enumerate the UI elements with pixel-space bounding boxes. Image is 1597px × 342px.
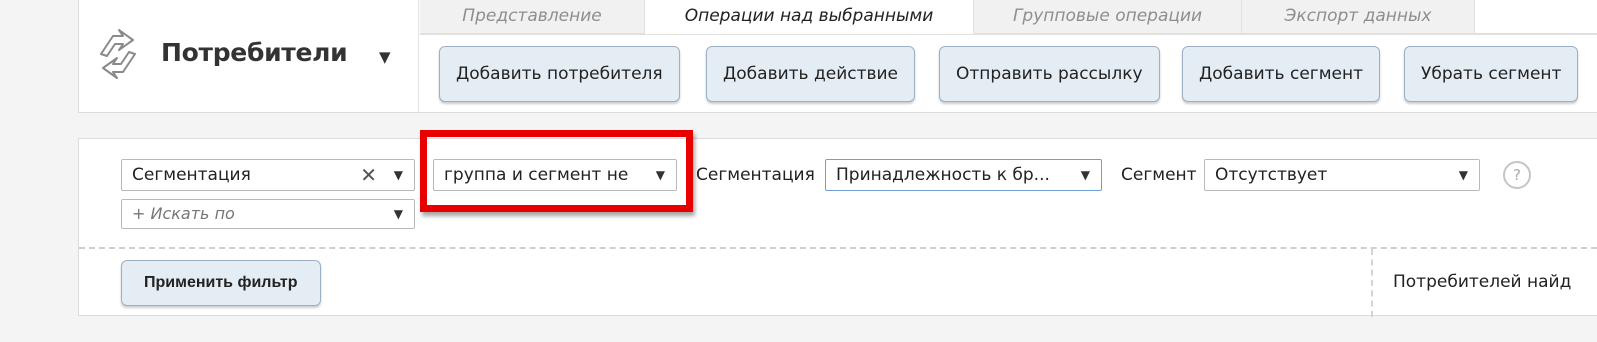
chevron-down-icon: ▼ [1080,168,1090,182]
search-by-select[interactable]: + Искать по ▼ [121,199,415,229]
search-by-placeholder: + Искать по [132,204,235,223]
tab-group-operations[interactable]: Групповые операции [974,0,1242,34]
tab-selected-operations[interactable]: Операции над выбранными [645,0,974,34]
segmentation-label: Сегментация [696,165,815,185]
filter-field-select[interactable]: Сегментация ✕ ▼ [121,159,415,191]
segment-value: Отсутствует [1215,165,1328,185]
tab-bar: Представление Операции над выбранными Гр… [420,0,1597,34]
vertical-divider [1371,249,1373,317]
chevron-down-icon: ▼ [1458,168,1468,182]
remove-segment-button[interactable]: Убрать сегмент [1404,46,1579,102]
tab-view[interactable]: Представление [420,0,645,34]
refresh-arrows-logo-icon [100,29,136,79]
page-title: Потребители [161,38,348,67]
segment-select[interactable]: Отсутствует ▼ [1204,159,1480,191]
send-mailing-button[interactable]: Отправить рассылку [939,46,1160,102]
action-toolbar: Добавить потребителя Добавить действие О… [420,34,1597,112]
tab-bar-filler [1475,0,1597,34]
title-dropdown-icon[interactable]: ▼ [379,48,391,66]
help-icon[interactable]: ? [1503,161,1531,189]
clear-icon[interactable]: ✕ [360,160,377,190]
header-panel: Потребители ▼ Представление Операции над… [78,0,1597,113]
chevron-down-icon: ▼ [393,168,403,182]
filter-panel: Сегментация ✕ ▼ + Искать по ▼ группа и с… [78,138,1597,317]
add-action-button[interactable]: Добавить действие [706,46,916,102]
condition-select[interactable]: группа и сегмент не ▼ [433,159,677,191]
chevron-down-icon: ▼ [655,168,665,182]
segment-label: Сегмент [1121,165,1197,185]
filter-field-value: Сегментация [132,165,251,185]
add-consumer-button[interactable]: Добавить потребителя [439,46,680,102]
chevron-down-icon: ▼ [393,207,403,221]
apply-filter-button[interactable]: Применить фильтр [121,260,321,306]
tab-export-data[interactable]: Экспорт данных [1242,0,1475,34]
divider [79,247,1597,249]
segmentation-select[interactable]: Принадлежность к бр... ▼ [825,159,1102,191]
brand-block: Потребители ▼ [79,0,419,112]
add-segment-button[interactable]: Добавить сегмент [1182,46,1381,102]
condition-value: группа и сегмент не [444,165,629,185]
segmentation-value: Принадлежность к бр... [836,165,1050,185]
found-count-text: Потребителей найд [1393,272,1572,292]
